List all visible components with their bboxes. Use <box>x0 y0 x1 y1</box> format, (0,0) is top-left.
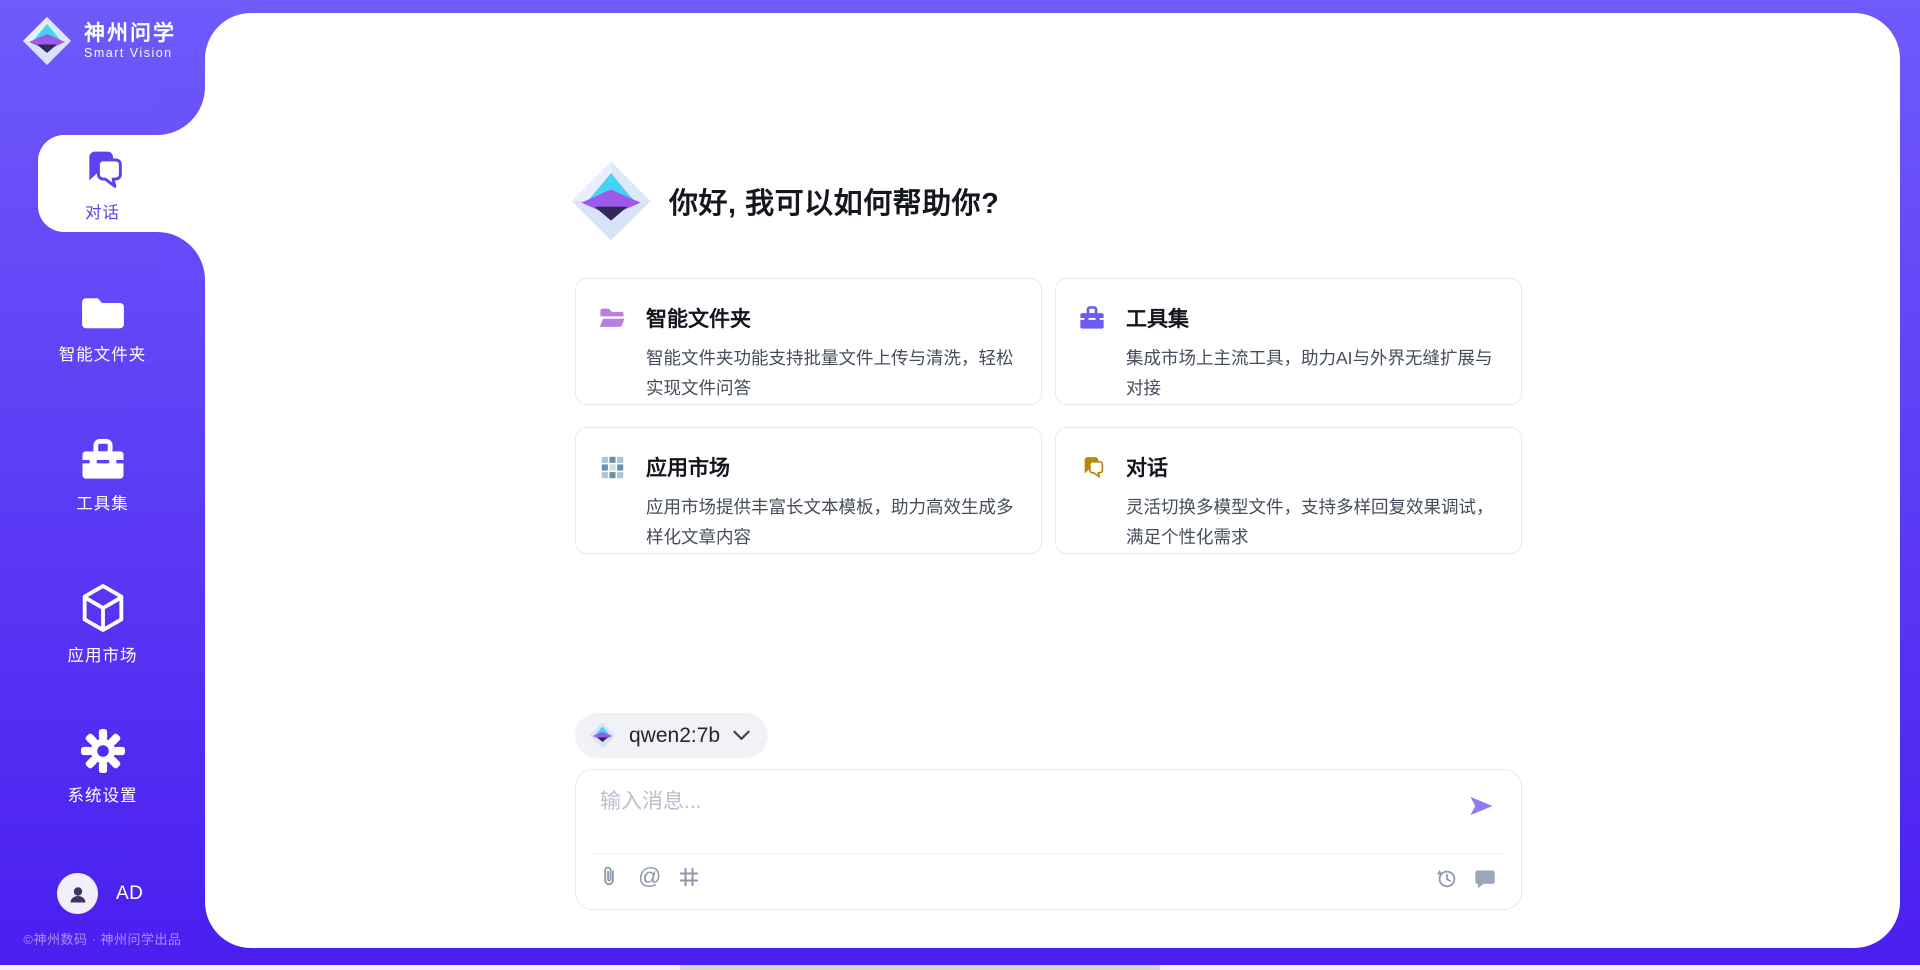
app-root: 神州问学 Smart Vision 对话 智能文件夹 <box>0 0 1920 970</box>
send-icon[interactable] <box>1468 794 1495 818</box>
card-app-market[interactable]: 应用市场 应用市场提供丰富长文本模板，助力高效生成多样化文章内容 <box>575 427 1042 554</box>
greeting-title: 你好, 我可以如何帮助你? <box>669 180 999 222</box>
message-input[interactable] <box>598 783 1448 843</box>
hash-icon[interactable] <box>678 866 700 888</box>
horizontal-scrollbar[interactable] <box>0 965 1920 970</box>
sidebar-item-label: 系统设置 <box>68 782 138 806</box>
composer-divider <box>590 853 1507 854</box>
chevron-down-icon <box>733 730 750 741</box>
card-description: 集成市场上主流工具，助力AI与外界无缝扩展与对接 <box>1126 343 1503 403</box>
sidebar-item-label: 对话 <box>85 199 120 223</box>
sidebar-item-label: 应用市场 <box>68 642 138 666</box>
sidebar-item-label: 智能文件夹 <box>59 341 147 365</box>
active-tab-curve-bottom <box>157 232 205 280</box>
greeting-header: 你好, 我可以如何帮助你? <box>570 160 999 242</box>
brand-logo-icon <box>22 16 72 66</box>
hero-logo-icon <box>570 160 652 242</box>
grid-cube-icon <box>598 456 626 479</box>
history-icon[interactable] <box>1435 867 1458 890</box>
chat-icon <box>1078 455 1106 479</box>
sidebar-item-smart-folder[interactable]: 智能文件夹 <box>0 294 205 365</box>
brand-header: 神州问学 Smart Vision <box>22 16 176 66</box>
paperclip-icon[interactable] <box>598 865 621 888</box>
card-description: 灵活切换多模型文件，支持多样回复效果调试，满足个性化需求 <box>1126 492 1503 552</box>
sidebar-item-chat[interactable]: 对话 <box>0 148 205 223</box>
card-title: 应用市场 <box>646 452 730 482</box>
message-composer: @ <box>575 769 1522 910</box>
model-selector[interactable]: qwen2:7b <box>575 713 768 758</box>
at-icon[interactable]: @ <box>638 865 661 888</box>
toolbox-icon <box>1078 306 1106 330</box>
brand-subtitle: Smart Vision <box>84 46 176 60</box>
composer-toolbar: @ <box>598 865 700 888</box>
card-smart-folder[interactable]: 智能文件夹 智能文件夹功能支持批量文件上传与清洗，轻松实现文件问答 <box>575 278 1042 405</box>
folder-open-icon <box>598 306 626 330</box>
chat-icon <box>80 148 126 190</box>
scrollbar-thumb[interactable] <box>680 965 1160 970</box>
user-initials: AD <box>116 883 143 905</box>
sidebar-item-label: 工具集 <box>76 490 129 514</box>
gear-icon <box>81 729 125 773</box>
model-name: qwen2:7b <box>629 724 720 748</box>
sidebar-item-toolbox[interactable]: 工具集 <box>0 439 205 514</box>
cube-icon <box>81 583 125 633</box>
toolbox-icon <box>80 439 126 481</box>
card-chat[interactable]: 对话 灵活切换多模型文件，支持多样回复效果调试，满足个性化需求 <box>1055 427 1522 554</box>
sidebar-item-app-market[interactable]: 应用市场 <box>0 583 205 666</box>
brand-name: 神州问学 <box>84 22 176 46</box>
card-toolbox[interactable]: 工具集 集成市场上主流工具，助力AI与外界无缝扩展与对接 <box>1055 278 1522 405</box>
composer-right-actions <box>1435 867 1497 890</box>
card-title: 智能文件夹 <box>646 303 751 333</box>
active-tab-curve-top <box>157 87 205 135</box>
message-icon[interactable] <box>1473 868 1497 890</box>
model-logo-icon <box>589 722 616 749</box>
sidebar-item-settings[interactable]: 系统设置 <box>0 729 205 806</box>
sidebar-footer-credit: ©神州数码 · 神州问学出品 <box>0 929 205 948</box>
folder-icon <box>80 294 126 332</box>
card-title: 对话 <box>1126 452 1168 482</box>
user-account[interactable]: AD <box>57 873 143 914</box>
card-description: 智能文件夹功能支持批量文件上传与清洗，轻松实现文件问答 <box>646 343 1023 403</box>
card-title: 工具集 <box>1126 303 1189 333</box>
person-icon <box>66 882 90 906</box>
card-description: 应用市场提供丰富长文本模板，助力高效生成多样化文章内容 <box>646 492 1023 552</box>
feature-cards: 智能文件夹 智能文件夹功能支持批量文件上传与清洗，轻松实现文件问答 工具集 集成… <box>575 278 1522 554</box>
avatar <box>57 873 98 914</box>
